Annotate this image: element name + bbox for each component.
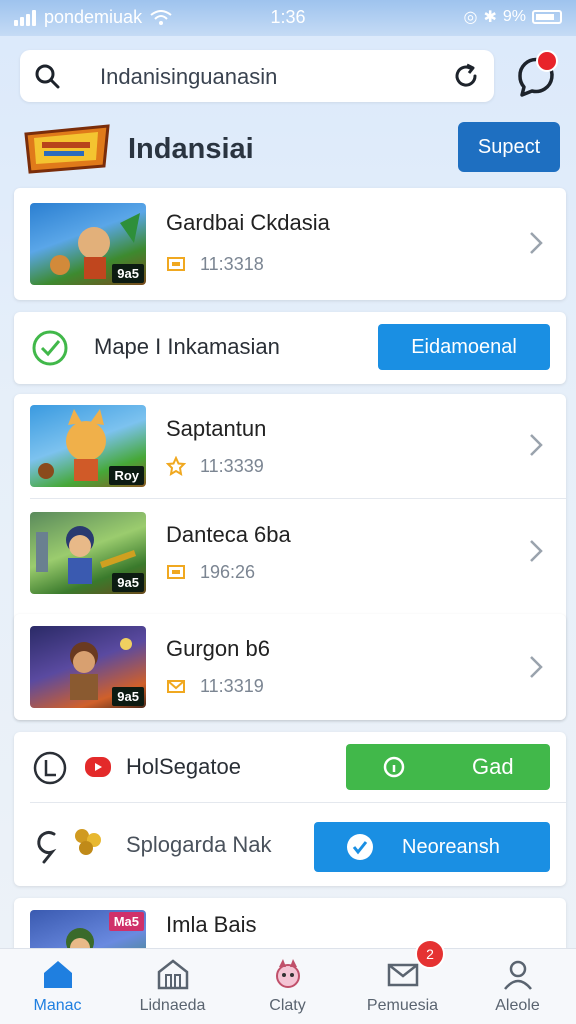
primary-action-button[interactable]: Neoreansh [314, 822, 550, 872]
game-card[interactable]: 9a5 Gurgon b6 11:3319 [14, 614, 566, 720]
building-icon [157, 959, 189, 990]
location-icon: ◎ [463, 9, 478, 26]
star-icon [166, 456, 186, 476]
ticket-icon [167, 257, 185, 271]
game-meta: 11:3318 [200, 254, 264, 274]
nav-item-home[interactable]: Manac [0, 949, 115, 1024]
featured-game-card[interactable]: 9a5 Gardbai Ckdasia 11:3318 [14, 188, 566, 300]
nav-label: Manac [33, 997, 82, 1014]
battery-percent: 9% [502, 8, 526, 25]
list-item[interactable]: Roy Saptantun 11:3339 [14, 394, 566, 498]
refresh-icon[interactable] [452, 62, 480, 90]
thumbnail-tag: Ma5 [108, 912, 144, 931]
nav-label: Lidnaeda [139, 997, 206, 1014]
bottom-navigation: Manac Lidnaeda Claty 2 Pemuesia Aleole [0, 939, 576, 1024]
thumbnail-tag: 9a5 [112, 264, 144, 283]
search-input[interactable]: Indanisinguanasin [100, 64, 277, 90]
action-label: HolSegatoe [126, 754, 241, 779]
check-circle-icon [32, 330, 68, 366]
nav-item-profile[interactable]: Aleole [460, 949, 575, 1024]
nav-badge: 2 [415, 939, 445, 969]
thumbnail-tag: 9a5 [112, 573, 144, 592]
divider [30, 802, 566, 803]
thumbnail-tag: Roy [109, 466, 144, 485]
chevron-right-icon [530, 232, 543, 254]
promo-button[interactable]: Eidamoenal [378, 324, 550, 370]
nav-label: Pemuesia [366, 997, 439, 1014]
nav-item-store[interactable]: Lidnaeda [115, 949, 230, 1024]
mascot-icon [276, 959, 300, 988]
user-icon [504, 960, 532, 990]
check-badge-icon [347, 834, 373, 860]
chevron-right-icon [530, 656, 543, 678]
page-title: Indansiai [128, 133, 254, 165]
home-icon [44, 961, 72, 988]
go-button-label: Gad [472, 754, 514, 779]
game-thumbnail: 9a5 [30, 203, 146, 285]
app-logo [24, 124, 110, 174]
bluetooth-icon: ✱ [483, 9, 497, 26]
chevron-right-icon [530, 434, 543, 456]
header-action-button[interactable]: Supect [458, 122, 560, 172]
phone-hook-icon [37, 831, 57, 864]
coins-icon [75, 829, 101, 855]
search-bar[interactable]: Indanisinguanasin [20, 50, 494, 102]
ticket-icon [167, 565, 185, 579]
notification-badge [536, 50, 558, 72]
game-title: Danteca 6ba [166, 522, 291, 547]
chevron-right-icon [530, 540, 543, 562]
game-title: Saptantun [166, 416, 267, 441]
thumbnail-tag: 9a5 [112, 687, 144, 706]
video-icon [85, 757, 111, 777]
tray-icon [387, 963, 419, 987]
game-meta: 196:26 [200, 562, 256, 582]
envelope-icon [167, 680, 185, 693]
primary-action-label: Neoreansh [402, 835, 500, 858]
battery-icon [532, 10, 562, 24]
game-thumbnail: Roy [30, 405, 146, 487]
promo-label: Mape I Inkamasian [94, 334, 280, 359]
game-title: Gurgon b6 [166, 636, 270, 661]
promo-card: Mape I Inkamasian Eidamoenal [14, 312, 566, 384]
game-thumbnail: 9a5 [30, 626, 146, 708]
search-icon[interactable] [34, 63, 60, 89]
nav-item-messages[interactable]: 2 Pemuesia [345, 939, 460, 1024]
nav-label: Claty [269, 997, 306, 1014]
actions-card: HolSegatoe Gad Splogarda Nak Neoreansh [14, 732, 566, 886]
divider [30, 498, 566, 499]
game-meta: 11:3339 [200, 456, 264, 476]
game-meta: 11:3319 [200, 676, 264, 696]
nav-item-play[interactable]: Claty [230, 949, 345, 1024]
action-label: Splogarda Nak [126, 832, 272, 857]
game-title: Gardbai Ckdasia [166, 210, 330, 235]
circle-l-icon [33, 751, 67, 785]
game-title: Imla Bais [166, 912, 257, 937]
nav-label: Aleole [495, 997, 540, 1014]
status-bar: pondemiuak 1:36 ◎ ✱ 9% [0, 0, 576, 36]
list-item[interactable]: 9a5 Danteca 6ba 196:26 [14, 500, 566, 604]
go-button[interactable]: Gad [346, 744, 550, 790]
game-thumbnail: 9a5 [30, 512, 146, 594]
search-icon [383, 756, 405, 778]
